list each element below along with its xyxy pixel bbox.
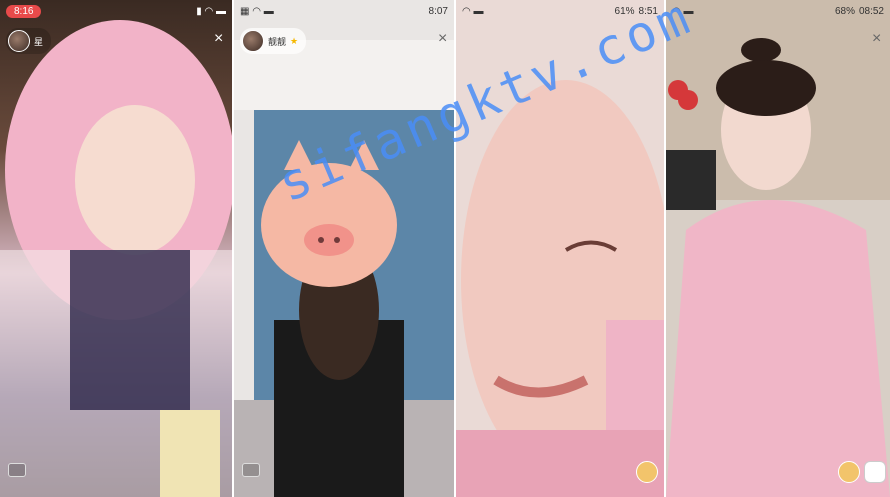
status-bar-1: 8:16 ▮ ◠ ▬ (0, 0, 232, 22)
streamer-video-frame-4 (666, 0, 890, 497)
streamer-badge-2[interactable]: 靓靓 ★ (240, 28, 307, 54)
status-bar-3: ◠ ▬ 61% 8:51 (456, 0, 664, 22)
status-right-3: 61% 8:51 (615, 6, 658, 17)
chat-icon[interactable] (242, 463, 260, 477)
gift-icon[interactable] (636, 461, 658, 483)
status-time-4: 08:52 (858, 5, 884, 17)
status-bar-2: ▦ ◠ ▬ 8:07 (234, 0, 454, 22)
chat-icon[interactable] (8, 463, 26, 477)
gift-icon[interactable] (838, 461, 860, 483)
status-right-4: 68% 08:52 (835, 6, 884, 17)
live-stream-panel-1: 8:16 ▮ ◠ ▬ 星 × (0, 0, 232, 497)
status-bar-4: ◠ ▬ 68% 08:52 (666, 0, 890, 22)
status-time-2: 8:07 (428, 5, 448, 17)
status-icons-4: ◠ ▬ (672, 5, 694, 17)
streamer-name-1: 星 (34, 36, 44, 47)
streamer-video-frame-2 (234, 40, 454, 497)
streamer-badge-1[interactable]: 星 (6, 28, 52, 54)
close-icon[interactable]: × (214, 30, 223, 48)
live-stream-panel-4: ◠ ▬ 68% 08:52 × (666, 0, 890, 497)
share-icon[interactable] (864, 461, 886, 483)
close-icon[interactable]: × (872, 30, 881, 48)
live-stream-panel-3: ◠ ▬ 61% 8:51 (456, 0, 664, 497)
streamer-video-frame-1 (0, 20, 232, 497)
status-icons-1: ▮ ◠ ▬ (196, 5, 226, 17)
battery-4: 68% (834, 5, 855, 17)
avatar[interactable] (242, 30, 264, 52)
status-time-1: 8:16 (6, 4, 42, 18)
close-icon[interactable]: × (438, 30, 447, 48)
status-icons-2: ▦ ◠ ▬ (240, 5, 274, 17)
status-time-3: 8:51 (638, 5, 658, 17)
star-badge-icon: ★ (290, 35, 299, 46)
streamer-video-frame-3 (456, 80, 664, 497)
avatar[interactable] (8, 30, 30, 52)
status-icons-3: ◠ ▬ (462, 5, 484, 17)
streamer-name-2: 靓靓 (268, 36, 287, 47)
battery-3: 61% (614, 5, 635, 17)
live-stream-panel-2: ▦ ◠ ▬ 8:07 靓靓 ★ × (234, 0, 454, 497)
